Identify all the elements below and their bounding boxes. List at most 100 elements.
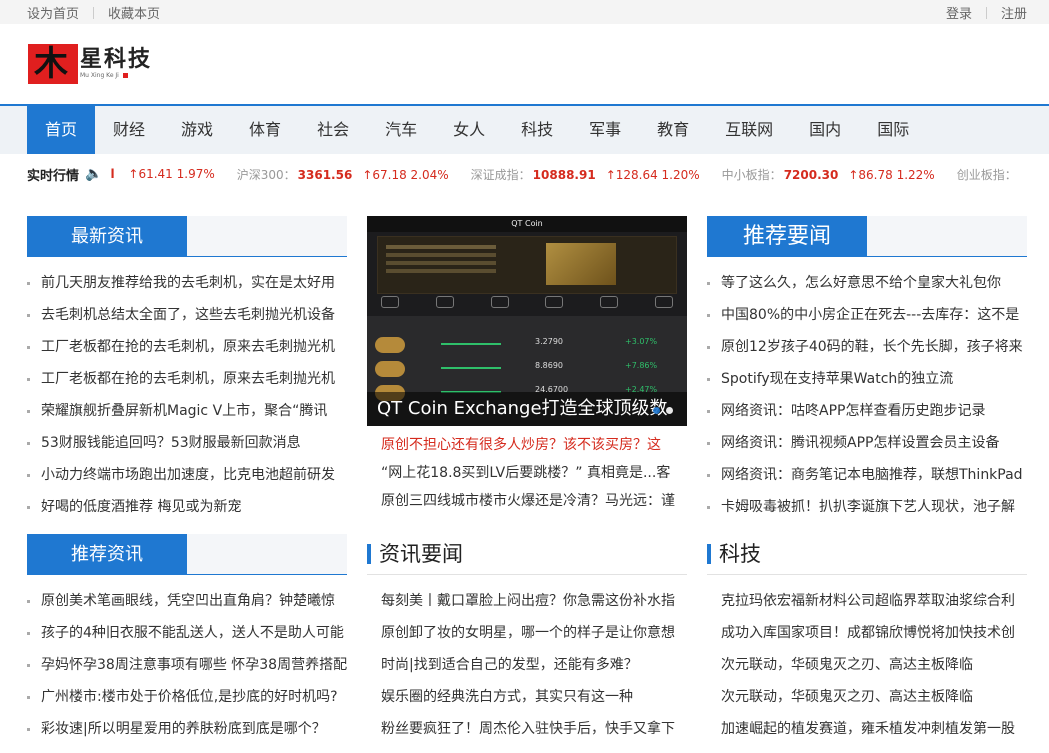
ticker-item[interactable]: 深证成指： 10888.91 ↑128.64 1.20%: [471, 168, 700, 182]
nav-item[interactable]: 体育: [231, 106, 299, 154]
ticker-lead-item[interactable]: l ↑61.41 1.97%: [108, 167, 214, 181]
nav-item[interactable]: 科技: [503, 106, 571, 154]
news-item[interactable]: 次元联动，华硕鬼灭之刃、高达主板降临: [707, 681, 1027, 713]
news-item[interactable]: 孩子的4种旧衣服不能乱送人，送人不是助人可能: [27, 617, 347, 649]
slider-caption[interactable]: QT Coin Exchange打造全球顶级数: [367, 392, 687, 426]
slider-banner: [377, 236, 677, 294]
news-item[interactable]: 去毛刺机总结太全面了，这些去毛刺抛光机设备: [27, 299, 347, 331]
news-item[interactable]: 广州楼市:楼市处于价格低位,是抄底的好时机吗?: [27, 681, 347, 713]
ticker-value: 7200.30: [783, 167, 839, 182]
news-item[interactable]: 小动力终端市场跑出加速度，比克电池超前研发: [27, 459, 347, 491]
news-item[interactable]: 每刻美丨戴口罩脸上闷出痘？你急需这份补水指: [367, 585, 687, 617]
recommend-news-header: 推荐要闻: [707, 216, 1027, 257]
news-item[interactable]: 卡姆吸毒被抓！扒扒李诞旗下艺人现状，池子解: [707, 491, 1027, 523]
market-price: 3.2790: [535, 337, 563, 346]
nav-item[interactable]: 社会: [299, 106, 367, 154]
top-bar: 设为首页 收藏本页 登录 注册: [0, 0, 1049, 24]
news-item[interactable]: 原创不担心还有很多人炒房？该不该买房？这: [367, 431, 687, 459]
ticker-title: 实时行情: [27, 168, 80, 184]
news-item[interactable]: 53财服钱能追回吗？53财服最新回款消息: [27, 427, 347, 459]
latest-news-title: 最新资讯: [27, 216, 187, 257]
news-item[interactable]: 时尚|找到适合自己的发型，还能有多难？: [367, 649, 687, 681]
ticker-lead-change: ↑61.41 1.97%: [128, 167, 215, 181]
site-logo[interactable]: 木 星科技 Mu Xing Ke Ji: [28, 44, 152, 84]
nav-item[interactable]: 汽车: [367, 106, 435, 154]
register-link[interactable]: 注册: [1001, 3, 1027, 22]
news-item[interactable]: 前几天朋友推荐给我的去毛刺机，实在是太好用: [27, 267, 347, 299]
news-item[interactable]: 原创三四线城市楼市火爆还是冷清？马光远：谨: [367, 487, 687, 515]
news-item[interactable]: 彩妆速|所以明星爱用的养肤粉底到底是哪个？: [27, 713, 347, 745]
nav-item[interactable]: 首页: [27, 106, 96, 154]
info-news-title: 资讯要闻: [379, 542, 463, 566]
news-item[interactable]: 原创卸了妆的女明星，哪一个的样子是让你意想: [367, 617, 687, 649]
sparkline-icon: [441, 343, 501, 345]
bookmark-link[interactable]: 收藏本页: [108, 3, 160, 22]
news-item[interactable]: 粉丝要疯狂了！周杰伦入驻快手后，快手又拿下: [367, 713, 687, 745]
ticker-label: 中小板指：: [721, 167, 782, 182]
news-item[interactable]: 娱乐圈的经典洗白方式，其实只有这一种: [367, 681, 687, 713]
ticker-label: 创业板指：: [956, 167, 1017, 182]
featured-news-list: 原创不担心还有很多人炒房？该不该买房？这 “网上花18.8买到LV后要跳楼？” 真…: [367, 431, 687, 515]
recommend-info-header: 推荐资讯: [27, 534, 347, 575]
market-change: +7.86%: [625, 361, 658, 370]
ticker-item[interactable]: 创业板指：2248.99: [957, 168, 1017, 182]
nav-item[interactable]: 国际: [859, 106, 927, 154]
news-item[interactable]: 好喝的低度酒推荐 梅见或为新宠: [27, 491, 347, 523]
nav-item[interactable]: 国内: [791, 106, 859, 154]
tech-header: 科技: [707, 534, 1027, 575]
news-item[interactable]: 网络资讯：咕咚APP怎样查看历史跑步记录: [707, 395, 1027, 427]
news-item[interactable]: 加速崛起的植发赛道，雍禾植发冲刺植发第一股: [707, 713, 1027, 745]
news-item[interactable]: 等了这么久，怎么好意思不给个皇家大礼包你: [707, 267, 1027, 299]
ticker-item[interactable]: 中小板指： 7200.30 ↑86.78 1.22%: [722, 168, 935, 182]
slider-dot[interactable]: [666, 407, 673, 414]
news-item[interactable]: 原创12岁孩子40码的鞋，长个先长脚，孩子将来: [707, 331, 1027, 363]
news-item[interactable]: 工厂老板都在抢的去毛刺机，原来去毛刺抛光机: [27, 331, 347, 363]
market-row: 3.2790 +3.07%: [375, 334, 679, 356]
news-item[interactable]: 成功入库国家项目！成都锦欣博悦将加快技术创: [707, 617, 1027, 649]
ticker-label: 沪深300：: [236, 167, 296, 182]
news-item[interactable]: 孕妈怀孕38周注意事项有哪些 怀孕38周营养搭配: [27, 649, 347, 681]
featured-slider[interactable]: QT Coin 3.2790 +3.07% 8.8690 +7.86% 24.6700 +…: [367, 216, 687, 426]
nav-item[interactable]: 女人: [435, 106, 503, 154]
news-item[interactable]: 荣耀旗舰折叠屏新机Magic V上市，聚合“腾讯: [27, 395, 347, 427]
recommend-news-list: 等了这么久，怎么好意思不给个皇家大礼包你 中国80%的中小房企正在死去---去库存…: [707, 267, 1027, 523]
news-item[interactable]: 次元联动，华硕鬼灭之刃、高达主板降临: [707, 649, 1027, 681]
tech-title: 科技: [719, 542, 761, 566]
nav-item[interactable]: 教育: [639, 106, 707, 154]
divider: [985, 6, 987, 19]
news-item[interactable]: 原创美术笔画眼线，凭空凹出直角肩？钟楚曦惊: [27, 585, 347, 617]
news-item[interactable]: 网络资讯：商务笔记本电脑推荐，联想ThinkPad: [707, 459, 1027, 491]
recommend-info-title: 推荐资讯: [27, 534, 187, 575]
nav-item[interactable]: 互联网: [707, 106, 791, 154]
news-item[interactable]: 工厂老板都在抢的去毛刺机，原来去毛刺抛光机: [27, 363, 347, 395]
tech-section: 科技 克拉玛依宏福新材料公司超临界萃取油浆综合利 成功入库国家项目！成都锦欣博悦将…: [707, 534, 1027, 745]
logo-text: 星科技 Mu Xing Ke Ji: [80, 44, 152, 79]
section-bar-marker: [707, 544, 711, 564]
nav-item[interactable]: 财经: [95, 106, 163, 154]
news-item[interactable]: Spotify现在支持苹果Watch的独立流: [707, 363, 1027, 395]
ticker-label: 深证成指：: [470, 167, 531, 182]
game-icon: [435, 296, 454, 308]
speaker-icon[interactable]: 🔈: [85, 166, 102, 182]
login-link[interactable]: 登录: [946, 3, 972, 22]
info-news-section: 资讯要闻 每刻美丨戴口罩脸上闷出痘？你急需这份补水指 原创卸了妆的女明星，哪一个的…: [367, 534, 687, 745]
market-ticker: 实时行情 🔈 l ↑61.41 1.97% 沪深300： 3361.56 ↑67.1…: [27, 163, 1017, 185]
set-home-link[interactable]: 设为首页: [27, 3, 79, 22]
recommend-info-section: 推荐资讯 原创美术笔画眼线，凭空凹出直角肩？钟楚曦惊 孩子的4种旧衣服不能乱送人，…: [27, 534, 347, 745]
coin-icon: [375, 337, 405, 353]
ticker-item[interactable]: 沪深300： 3361.56 ↑67.18 2.04%: [237, 168, 449, 182]
nav-item[interactable]: 军事: [571, 106, 639, 154]
news-item[interactable]: “网上花18.8买到LV后要跳楼？” 真相竟是...客: [367, 459, 687, 487]
latest-news-header: 最新资讯: [27, 216, 347, 257]
slider-app-bar: QT Coin: [367, 216, 687, 232]
logo-dot-icon: [122, 73, 128, 78]
top-bar-right: 登录 注册: [946, 3, 1027, 22]
ticker-change: ↑67.18 2.04%: [362, 167, 449, 182]
news-item[interactable]: 克拉玛依宏福新材料公司超临界萃取油浆综合利: [707, 585, 1027, 617]
news-item[interactable]: 网络资讯：腾讯视频APP怎样设置会员主设备: [707, 427, 1027, 459]
slider-dot[interactable]: [653, 407, 660, 414]
main-nav: 首页 财经 游戏 体育 社会 汽车 女人 科技 军事 教育 互联网 国内 国际: [0, 104, 1049, 154]
nav-item[interactable]: 游戏: [163, 106, 231, 154]
news-item[interactable]: 中国80%的中小房企正在死去---去库存：这不是: [707, 299, 1027, 331]
market-row: 8.8690 +7.86%: [375, 358, 679, 380]
